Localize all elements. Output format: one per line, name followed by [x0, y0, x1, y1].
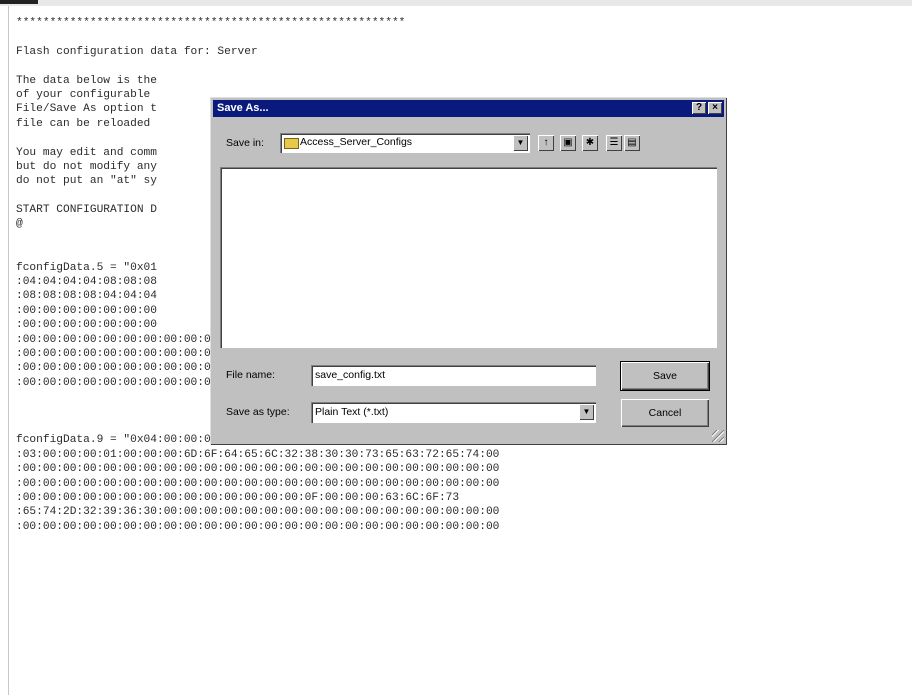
- resize-grip-icon[interactable]: [712, 430, 724, 442]
- save-in-label: Save in:: [226, 137, 264, 149]
- save-button[interactable]: Save: [620, 361, 710, 391]
- file-list-pane[interactable]: [220, 167, 717, 348]
- document-margin-line: [8, 6, 9, 695]
- details-view-icon[interactable]: ▤: [624, 135, 640, 151]
- document-line: :65:74:2D:32:39:36:30:00:00:00:00:00:00:…: [16, 506, 500, 519]
- save-in-dropdown[interactable]: Access_Server_Configs ▼: [280, 133, 530, 153]
- document-line: :00:00:00:00:00:00:00:00:00:00:00:00:00:…: [16, 477, 500, 490]
- dialog-title: Save As...: [217, 102, 269, 114]
- document-line: Flash configuration data for: Server: [16, 45, 258, 58]
- save-as-dialog: Save As... ? × Save in: Access_Server_Co…: [210, 97, 727, 445]
- list-view-icon[interactable]: ☰: [606, 135, 622, 151]
- file-name-input[interactable]: save_config.txt: [311, 365, 596, 386]
- close-button[interactable]: ×: [708, 102, 722, 114]
- up-folder-icon[interactable]: ↑: [538, 135, 554, 151]
- document-line: :03:00:00:00:01:00:00:00:6D:6F:64:65:6C:…: [16, 448, 500, 461]
- window-top-corner: [0, 0, 38, 4]
- chevron-down-icon[interactable]: ▼: [579, 404, 594, 420]
- chevron-down-icon[interactable]: ▼: [513, 135, 528, 151]
- document-line: The data below is the: [16, 74, 157, 87]
- desktop-icon[interactable]: ▣: [560, 135, 576, 151]
- help-button[interactable]: ?: [692, 102, 706, 114]
- dialog-titlebar[interactable]: Save As... ? ×: [213, 100, 724, 117]
- save-as-type-value: Plain Text (*.txt): [315, 406, 389, 418]
- new-folder-icon[interactable]: ✱: [582, 135, 598, 151]
- window-top-edge: [0, 0, 912, 6]
- document-line: :00:00:00:00:00:00:00:00:00:00:00:00:00:…: [16, 463, 500, 476]
- document-line: ****************************************…: [16, 17, 406, 29]
- document-line: :00:00:00:00:00:00:00:00:00:00:00:00:00:…: [16, 491, 460, 504]
- save-in-value: Access_Server_Configs: [300, 136, 413, 148]
- save-as-type-label: Save as type:: [226, 406, 290, 418]
- file-name-value: save_config.txt: [315, 369, 386, 381]
- folder-icon: [284, 138, 299, 149]
- cancel-button[interactable]: Cancel: [621, 399, 709, 427]
- document-line: :00:00:00:00:00:00:00:00:00:00:00:00:00:…: [16, 520, 500, 533]
- save-as-type-dropdown[interactable]: Plain Text (*.txt) ▼: [311, 402, 596, 423]
- file-name-label: File name:: [226, 369, 276, 381]
